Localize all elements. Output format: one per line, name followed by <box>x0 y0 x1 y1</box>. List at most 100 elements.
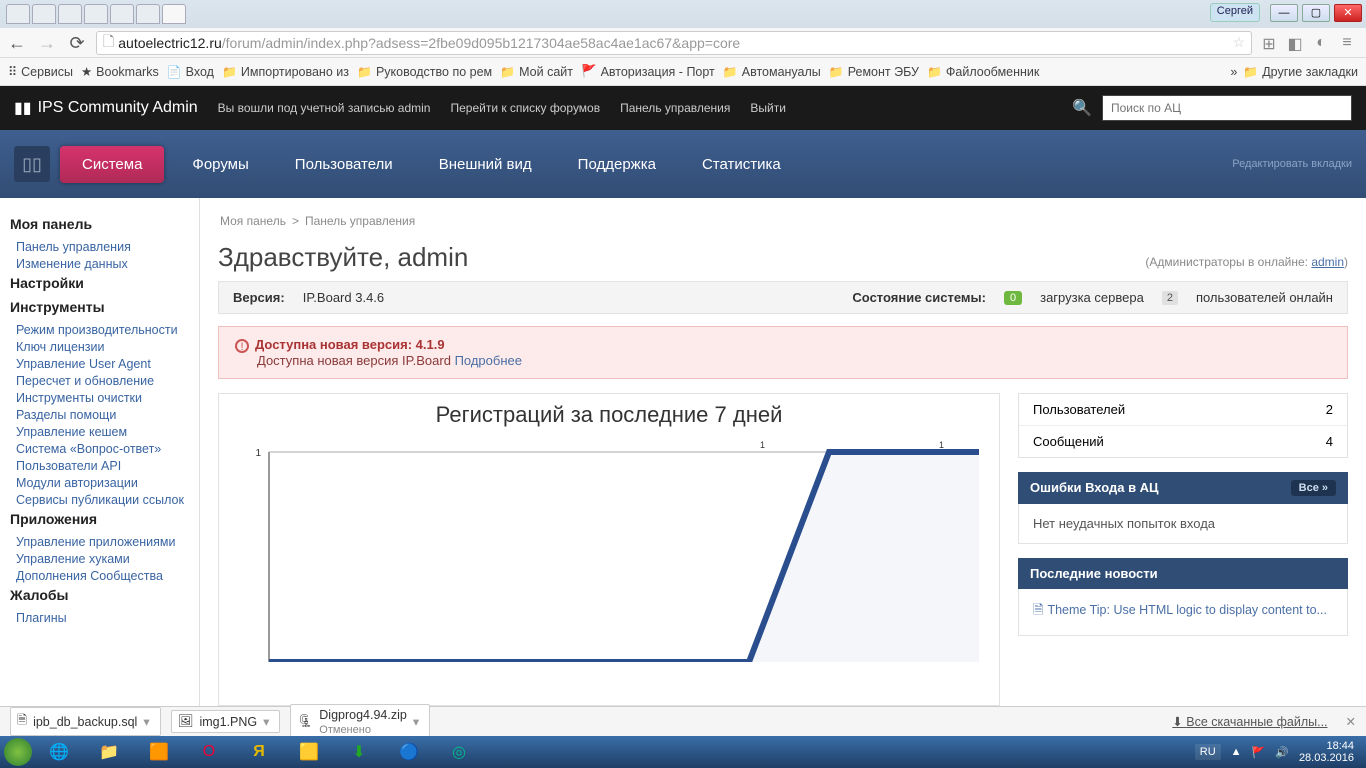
forward-button[interactable]: → <box>36 32 58 54</box>
taskbar-app[interactable]: 🌐 <box>36 739 82 765</box>
sidebar-link[interactable]: Дополнения Сообщества <box>16 569 189 583</box>
ips-top-link[interactable]: Панель управления <box>620 101 730 115</box>
close-button[interactable]: ✕ <box>1334 4 1362 22</box>
download-chip[interactable]: 🗎 ipb_db_backup.sql ▾ <box>10 707 161 736</box>
nav-system[interactable]: Система <box>60 146 164 183</box>
news-item-link[interactable]: Theme Tip: Use HTML logic to display con… <box>1047 603 1327 617</box>
tray-icon[interactable]: ▲ <box>1231 746 1242 758</box>
apps-button[interactable]: ⠿ Сервисы <box>8 64 73 79</box>
nav-edit-tabs[interactable]: Редактировать вкладки <box>1232 158 1352 170</box>
minimize-button[interactable]: — <box>1270 4 1298 22</box>
nav-support[interactable]: Поддержка <box>560 146 674 183</box>
browser-tab[interactable] <box>136 4 160 24</box>
taskbar-app[interactable]: 🔵 <box>386 739 432 765</box>
taskbar-app[interactable]: ◎ <box>436 739 482 765</box>
show-all-downloads[interactable]: ⬇ Все скачанные файлы... <box>1172 714 1327 729</box>
bookmark-item[interactable]: 🚩 Авторизация - Порт <box>581 64 715 79</box>
admin-user-link[interactable]: admin <box>1311 255 1344 269</box>
sidebar-link[interactable]: Инструменты очистки <box>16 391 189 405</box>
breadcrumb-link[interactable]: Моя панель <box>220 214 286 228</box>
reload-button[interactable]: ⟳ <box>66 32 88 54</box>
nav-forums[interactable]: Форумы <box>174 146 266 183</box>
nav-users[interactable]: Пользователи <box>277 146 411 183</box>
bookmark-folder[interactable]: Импортировано из <box>222 65 349 79</box>
registrations-chart-card: Регистраций за последние 7 дней 1 1 1 <box>218 393 1000 706</box>
sidebar-link[interactable]: Пользователи API <box>16 459 189 473</box>
bookmark-folder[interactable]: Руководство по рем <box>357 65 492 79</box>
browser-tab[interactable] <box>84 4 108 24</box>
stat-row: Пользователей 2 <box>1019 394 1347 426</box>
bookmark-overflow[interactable]: » <box>1230 65 1237 79</box>
sidebar-link[interactable]: Пересчет и обновление <box>16 374 189 388</box>
acp-search-input[interactable] <box>1102 95 1352 121</box>
ips-top-bar: ▮▮ IPS Community Admin Вы вошли под учет… <box>0 86 1366 130</box>
server-load-badge: 0 <box>1004 291 1022 305</box>
sidebar-link[interactable]: Разделы помощи <box>16 408 189 422</box>
bookmark-folder[interactable]: Мой сайт <box>500 65 573 79</box>
menu-icon[interactable]: ≡ <box>1338 34 1356 52</box>
sidebar-link[interactable]: Панель управления <box>16 240 189 254</box>
browser-tab[interactable] <box>32 4 56 24</box>
bookmark-folder[interactable]: Файлообменник <box>927 65 1039 79</box>
alert-title: Доступна новая версия: 4.1.9 <box>255 337 445 352</box>
extension-icon[interactable]: ◧ <box>1286 34 1304 52</box>
bookmark-folder[interactable]: Ремонт ЭБУ <box>829 65 919 79</box>
taskbar-app[interactable]: ⬇ <box>336 739 382 765</box>
sidebar-link[interactable]: Изменение данных <box>16 257 189 271</box>
tray-volume-icon[interactable]: 🔊 <box>1275 746 1289 759</box>
news-panel: Последние новости 🗎Theme Tip: Use HTML l… <box>1018 558 1348 636</box>
bookmark-item[interactable]: ★ Bookmarks <box>81 64 159 79</box>
search-icon[interactable]: 🔍 <box>1072 98 1092 118</box>
sidebar-link[interactable]: Управление User Agent <box>16 357 189 371</box>
tray-lang[interactable]: RU <box>1195 744 1221 760</box>
sidebar-group-title: Приложения <box>10 511 189 527</box>
sidebar-link[interactable]: Управление кешем <box>16 425 189 439</box>
extension-icon[interactable]: ◐ <box>1312 34 1330 52</box>
nav-home-icon[interactable]: ▯▯ <box>14 146 50 182</box>
maximize-button[interactable]: ▢ <box>1302 4 1330 22</box>
sidebar-link[interactable]: Плагины <box>16 611 189 625</box>
taskbar-app[interactable]: 📁 <box>86 739 132 765</box>
browser-tab[interactable] <box>58 4 82 24</box>
alert-icon: ! <box>235 339 249 353</box>
taskbar-app[interactable]: O <box>186 739 232 765</box>
close-downloads-bar[interactable]: ✕ <box>1346 714 1356 729</box>
download-chip[interactable]: 🖼 img1.PNG ▾ <box>171 710 281 733</box>
sidebar-link[interactable]: Режим производительности <box>16 323 189 337</box>
start-button[interactable] <box>4 738 32 766</box>
logged-in-text: Вы вошли под учетной записью admin <box>218 101 431 115</box>
sidebar-link[interactable]: Система «Вопрос-ответ» <box>16 442 189 456</box>
errors-all-button[interactable]: Все » <box>1291 480 1336 496</box>
alert-more-link[interactable]: Подробнее <box>455 353 522 368</box>
url-input[interactable]: 🗋 autoelectric12.ru/forum/admin/index.ph… <box>96 31 1252 55</box>
page-viewport: ▮▮ IPS Community Admin Вы вошли под учет… <box>0 86 1366 706</box>
sidebar-link[interactable]: Ключ лицензии <box>16 340 189 354</box>
ips-top-link-logout[interactable]: Выйти <box>750 101 786 115</box>
taskbar-app[interactable]: Я <box>236 739 282 765</box>
sidebar-link[interactable]: Модули авторизации <box>16 476 189 490</box>
sidebar-link[interactable]: Управление хуками <box>16 552 189 566</box>
sidebar-link[interactable]: Управление приложениями <box>16 535 189 549</box>
back-button[interactable]: ← <box>6 32 28 54</box>
browser-tab-active[interactable] <box>162 4 186 24</box>
taskbar-app[interactable]: 🟧 <box>136 739 182 765</box>
ips-top-link[interactable]: Перейти к списку форумов <box>450 101 600 115</box>
download-filename: Digprog4.94.zip <box>319 708 407 722</box>
chrome-profile-chip[interactable]: Сергей <box>1210 3 1260 22</box>
other-bookmarks[interactable]: Другие закладки <box>1243 65 1358 79</box>
sidebar-link[interactable]: Сервисы публикации ссылок <box>16 493 189 507</box>
download-chip[interactable]: 🗜 Digprog4.94.zip Отменено ▾ <box>290 704 430 740</box>
tray-icon[interactable]: 🚩 <box>1252 746 1266 759</box>
nav-appearance[interactable]: Внешний вид <box>421 146 550 183</box>
bookmark-item[interactable]: Вход <box>167 65 214 79</box>
chart-area: 1 1 1 <box>229 432 989 662</box>
brand-text: IPS Community Admin <box>38 99 198 117</box>
star-icon[interactable]: ☆ <box>1232 34 1245 51</box>
bookmark-folder[interactable]: Автомануалы <box>723 65 821 79</box>
browser-tab[interactable] <box>6 4 30 24</box>
taskbar-app[interactable]: 🟨 <box>286 739 332 765</box>
nav-stats[interactable]: Статистика <box>684 146 799 183</box>
tray-clock[interactable]: 18:44 28.03.2016 <box>1299 740 1354 764</box>
browser-tab[interactable] <box>110 4 134 24</box>
extension-icon[interactable]: ⊞ <box>1260 34 1278 52</box>
